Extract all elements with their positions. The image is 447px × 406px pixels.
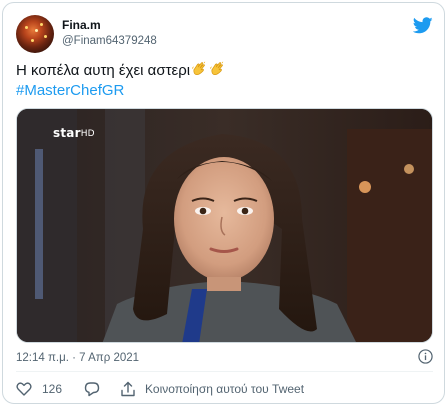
tweet-text-body: Η κοπέλα αυτη έχει αστερι	[16, 62, 191, 79]
tv-still-image	[17, 109, 432, 342]
tweet-media-image[interactable]: starHD	[16, 108, 433, 343]
channel-logo: starHD	[53, 126, 95, 140]
share-button[interactable]: Κοινοποίηση αυτού του Tweet	[120, 381, 304, 397]
reply-button[interactable]	[84, 381, 100, 397]
clapping-hands-emoji-icon	[192, 61, 206, 76]
heart-icon	[16, 382, 32, 396]
like-button[interactable]: 126	[16, 381, 62, 397]
timestamp[interactable]: 12:14 π.μ. · 7 Απρ 2021	[16, 352, 139, 364]
reply-icon	[84, 382, 100, 397]
hashtag-link[interactable]: #MasterChefGR	[16, 81, 433, 101]
info-icon[interactable]	[418, 349, 433, 364]
twitter-bird-icon[interactable]	[413, 17, 433, 34]
tweet-actions: 126 Κοινοποίηση αυτού του Tweet	[16, 378, 304, 400]
tweet-meta: 12:14 π.μ. · 7 Απρ 2021	[16, 348, 433, 366]
tweet-text: Η κοπέλα αυτη έχει αστερι #MasterChefGR	[16, 61, 433, 101]
avatar[interactable]	[16, 15, 54, 53]
user-handle[interactable]: @Finam64379248	[62, 33, 157, 49]
like-count: 126	[42, 382, 63, 396]
display-name[interactable]: Fina.m	[62, 18, 157, 33]
share-label: Κοινοποίηση αυτού του Tweet	[145, 382, 305, 396]
tweet-header: Fina.m @Finam64379248	[16, 15, 433, 55]
share-icon	[121, 381, 135, 397]
clapping-hands-emoji-icon	[210, 61, 224, 76]
divider	[16, 371, 433, 372]
tweet-card[interactable]: Fina.m @Finam64379248 Η κοπέλα αυτη έχει…	[2, 2, 445, 404]
